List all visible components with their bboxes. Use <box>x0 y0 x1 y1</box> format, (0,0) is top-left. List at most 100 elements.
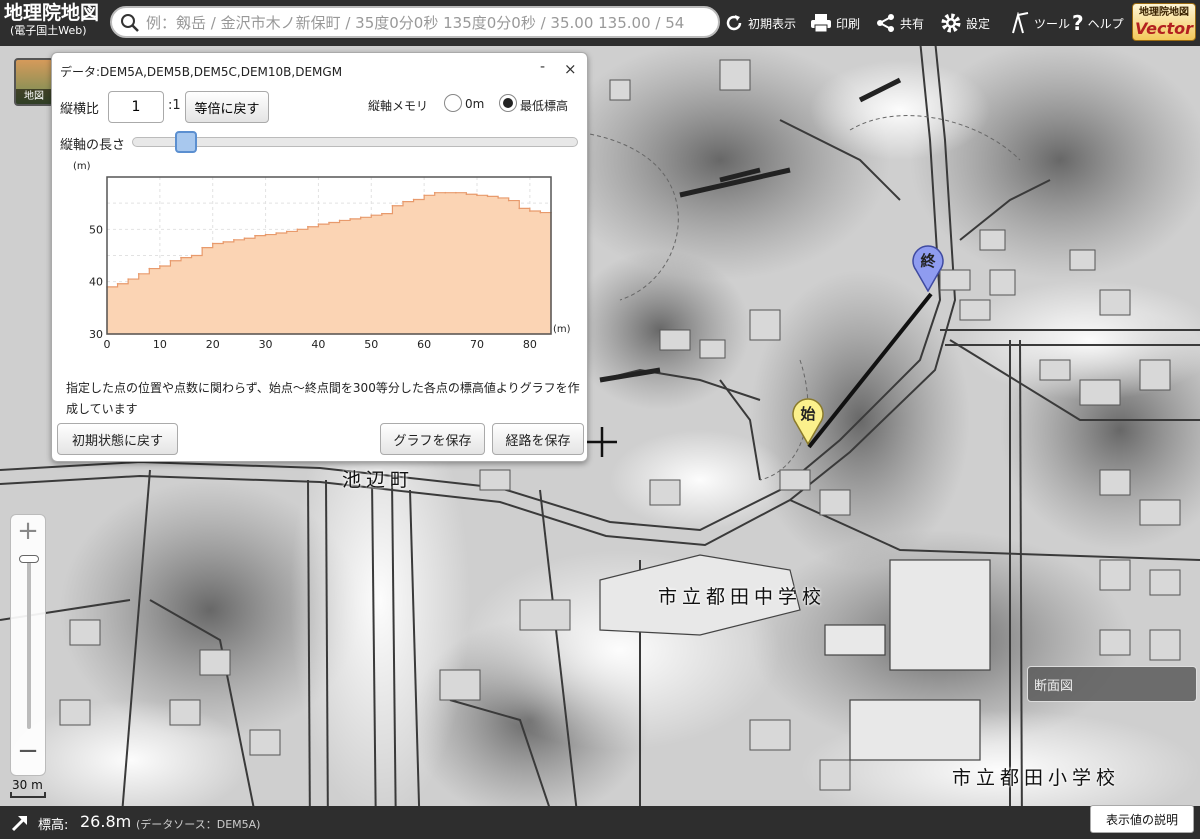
help-label: ヘルプ <box>1087 16 1124 31</box>
chart-y-axis-label: (m) <box>73 161 91 172</box>
print-label: 印刷 <box>836 16 861 31</box>
cross-section-label[interactable]: 断面図 <box>1027 666 1197 702</box>
chart-data-point <box>476 194 478 197</box>
end-marker-label: 終 <box>920 252 936 270</box>
zoom-slider-track[interactable] <box>27 559 31 729</box>
chart-x-tick-label: 40 <box>311 338 325 351</box>
chart-data-point <box>328 221 330 224</box>
chart-data-point <box>307 225 309 228</box>
chart-data-point <box>201 246 203 249</box>
place-label-ikenobe: 池辺町 <box>342 469 415 491</box>
vertical-length-slider-track[interactable] <box>132 137 578 147</box>
radio-zero-meter[interactable] <box>444 94 462 112</box>
chart-data-point <box>190 254 193 257</box>
radio-min-elevation-label: 最低標高 <box>520 99 569 113</box>
chart-x-axis-label: (m) <box>553 324 571 335</box>
chart-data-point <box>433 191 436 194</box>
save-route-button[interactable]: 経路を保存 <box>492 423 584 455</box>
reset-ratio-button[interactable]: 等倍に戻す <box>185 91 269 123</box>
end-marker[interactable]: 終 <box>910 242 946 293</box>
initial-view-button[interactable]: 初期表示 <box>724 8 796 38</box>
zoom-slider-handle[interactable] <box>19 555 39 563</box>
place-label-elementary: 市立都田小学校 <box>952 767 1121 789</box>
chart-y-tick-label: 50 <box>89 223 103 236</box>
printer-icon <box>811 14 831 33</box>
chart-data-point <box>412 198 415 201</box>
chart-x-tick-label: 80 <box>523 338 537 351</box>
initial-view-label: 初期表示 <box>748 16 797 31</box>
zoom-control: + − <box>10 514 46 776</box>
profile-title: データ:DEM5A,DEM5B,DEM5C,DEM10B,DEMGM <box>60 65 343 79</box>
start-marker-label: 始 <box>800 405 816 423</box>
chart-data-point <box>243 237 246 240</box>
logo-title: 地理院地図 <box>4 2 100 24</box>
chart-x-tick-label: 10 <box>153 338 167 351</box>
aspect-ratio-input[interactable] <box>108 91 164 123</box>
start-marker[interactable]: 始 <box>790 395 826 446</box>
logo-subtitle: (電子国土Web) <box>10 24 87 37</box>
vertical-length-slider-handle[interactable] <box>174 131 197 153</box>
chart-data-point <box>497 197 499 199</box>
print-button[interactable]: 印刷 <box>810 8 860 38</box>
search-box <box>110 6 720 38</box>
elevation-label: 標高: <box>38 818 69 833</box>
search-icon[interactable] <box>120 13 140 33</box>
chart-data-point <box>148 267 151 270</box>
chart-data-point <box>486 195 489 198</box>
chart-x-tick-label: 0 <box>104 338 111 351</box>
reset-state-button[interactable]: 初期状態に戻す <box>57 423 178 455</box>
tools-icon <box>1012 12 1029 34</box>
chart-data-point <box>296 228 299 231</box>
basemap-button[interactable]: 地図 <box>14 58 54 106</box>
settings-button[interactable]: 設定 <box>940 8 990 38</box>
zoom-in-button[interactable]: + <box>11 515 45 549</box>
chart-data-point <box>285 230 288 233</box>
elevation-source: (データソース：DEM5A) <box>136 818 261 831</box>
chart-x-tick-label: 20 <box>206 338 220 351</box>
gear-icon <box>941 13 961 33</box>
chart-data-point <box>211 242 214 245</box>
chart-data-point <box>423 194 425 197</box>
chart-data-point <box>359 216 362 219</box>
radio-min-elevation[interactable] <box>499 94 517 112</box>
chart-data-point <box>137 273 140 275</box>
value-description-button[interactable]: 表示値の説明 <box>1090 805 1194 833</box>
share-button[interactable]: 共有 <box>876 8 924 38</box>
chart-x-tick-label: 70 <box>470 338 484 351</box>
chart-data-point <box>349 218 351 220</box>
chart-y-tick-label: 30 <box>89 328 103 341</box>
vector-map-button[interactable]: 地理院地図 Vector <box>1132 3 1196 41</box>
chart-data-point <box>381 212 383 215</box>
map-center-crosshair <box>587 427 617 457</box>
gsi-logo[interactable]: 地理院地図 (電子国土Web) <box>4 2 108 42</box>
status-bar: 標高: 26.8m (データソース：DEM5A) <box>0 806 1200 839</box>
chart-data-point <box>529 210 531 212</box>
chart-data-point <box>317 223 320 225</box>
chart-data-point <box>444 191 447 194</box>
question-icon: ? <box>1072 11 1084 35</box>
chart-data-point <box>455 191 457 194</box>
tools-label: ツール <box>1034 16 1071 31</box>
close-button[interactable]: × <box>564 60 577 78</box>
save-graph-button[interactable]: グラフを保存 <box>380 423 485 455</box>
minimize-button[interactable]: - <box>540 59 545 75</box>
chart-data-point <box>180 256 182 259</box>
chart-data-point <box>254 234 256 237</box>
vector-bottom-label: Vector <box>1134 19 1194 38</box>
search-input[interactable] <box>146 13 712 33</box>
help-button[interactable]: ? ヘルプ <box>1072 8 1124 38</box>
chart-data-point <box>539 211 542 214</box>
settings-label: 設定 <box>966 16 991 31</box>
vertical-length-label: 縦軸の長さ <box>60 138 126 153</box>
chart-data-point <box>169 259 172 262</box>
chart-x-tick-label: 60 <box>417 338 431 351</box>
chart-data-point <box>127 278 129 280</box>
tools-button[interactable]: ツール <box>1010 8 1070 38</box>
vertical-scale-label: 縦軸メモリ <box>368 99 429 113</box>
chart-data-point <box>518 207 521 210</box>
chart-data-point <box>233 239 235 241</box>
chart-x-tick-label: 50 <box>364 338 378 351</box>
arrow-icon[interactable] <box>10 813 30 833</box>
basemap-label: 地図 <box>16 89 52 104</box>
zoom-out-button[interactable]: − <box>11 735 45 769</box>
